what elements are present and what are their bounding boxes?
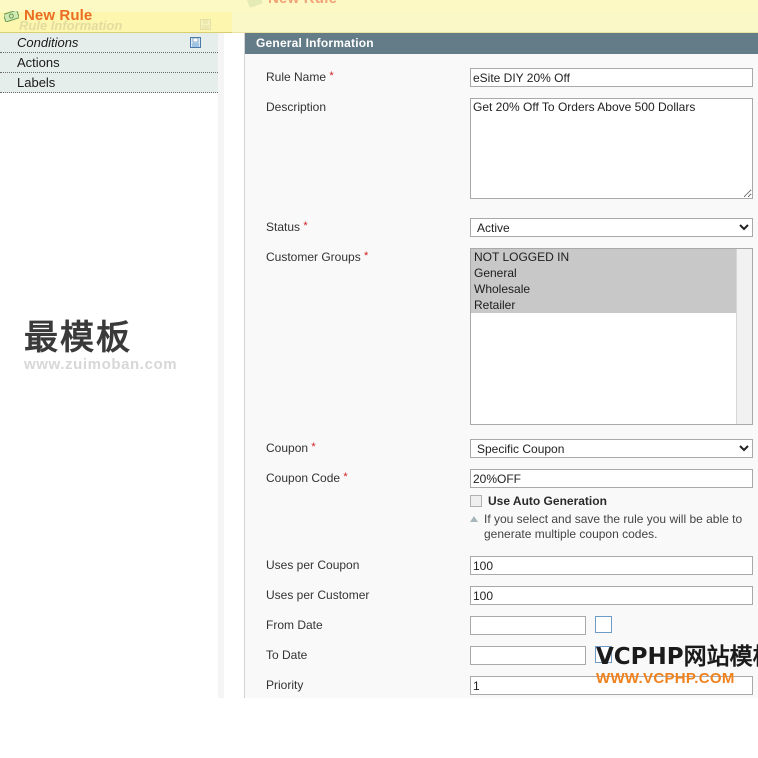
field-row-status: Status * Active — [245, 218, 758, 237]
from-date-label: From Date — [266, 618, 323, 632]
status-field-wrap: Active — [470, 218, 758, 237]
customer-groups-field-wrap: NOT LOGGED IN General Wholesale Retailer — [470, 248, 758, 425]
required-marker: * — [364, 250, 369, 262]
status-select[interactable]: Active — [470, 218, 753, 237]
status-label: Status * — [266, 220, 308, 234]
description-textarea[interactable]: Get 20% Off To Orders Above 500 Dollars — [470, 98, 753, 199]
uses-per-coupon-label: Uses per Coupon — [266, 558, 359, 572]
ghost-page-title: New Rule — [268, 0, 337, 7]
auto-generation-checkbox[interactable] — [470, 495, 482, 507]
field-row-coupon: Coupon * Specific Coupon — [245, 439, 758, 458]
field-row-uses-per-customer: Uses per Customer — [245, 586, 758, 605]
rule-tabs-sidebar: Conditions Actions Labels — [0, 33, 219, 758]
required-marker: * — [311, 441, 316, 453]
status-label-text: Status — [266, 220, 301, 234]
coupon-code-field-wrap — [470, 469, 758, 488]
description-label-text: Description — [266, 100, 327, 114]
sidebar-item-actions[interactable]: Actions — [0, 53, 218, 73]
from-date-label-text: From Date — [266, 618, 323, 632]
customer-groups-multiselect[interactable]: NOT LOGGED IN General Wholesale Retailer — [470, 248, 753, 425]
customer-groups-scrollbar[interactable] — [736, 249, 752, 424]
page-title-area: New Rule Rule Information — [0, 4, 232, 33]
priority-label-text: Priority — [266, 678, 304, 692]
section-header: General Information — [245, 33, 758, 54]
field-row-rule-name: Rule Name * — [245, 68, 758, 87]
auto-generation-checkbox-line[interactable]: Use Auto Generation — [470, 494, 758, 508]
auto-generation-note-text: If you select and save the rule you will… — [484, 512, 743, 541]
sidebar-item-label: Conditions — [17, 35, 79, 50]
sidebar-item-label: Labels — [17, 75, 56, 90]
coupon-select[interactable]: Specific Coupon — [470, 439, 753, 458]
form-body: Rule Name * Description Get 20% Off To O… — [245, 54, 758, 698]
field-row-from-date: From Date — [245, 616, 758, 635]
field-row-customer-groups: Customer Groups * NOT LOGGED IN General … — [245, 248, 758, 425]
rule-name-field-wrap — [470, 68, 758, 87]
auto-generation-label: Use Auto Generation — [488, 494, 607, 508]
sidebar-item-conditions[interactable]: Conditions — [0, 33, 218, 53]
description-label: Description — [266, 100, 326, 114]
sidebar-gutter — [218, 33, 224, 698]
required-marker: * — [303, 220, 308, 232]
customer-groups-option[interactable]: NOT LOGGED IN — [471, 249, 736, 265]
field-row-priority: Priority — [245, 676, 758, 695]
required-marker: * — [343, 471, 348, 483]
customer-groups-option[interactable]: General — [471, 265, 736, 281]
field-row-to-date: To Date — [245, 646, 758, 665]
coupon-label: Coupon * — [266, 441, 316, 455]
save-icon[interactable] — [190, 37, 201, 48]
general-information-panel: General Information Rule Name * Descript… — [244, 33, 758, 698]
uses-per-coupon-label-text: Uses per Coupon — [266, 558, 360, 572]
coupon-code-label: Coupon Code * — [266, 471, 348, 485]
to-date-field-wrap — [470, 646, 758, 665]
coupon-label-text: Coupon — [266, 441, 309, 455]
auto-generation-note: If you select and save the rule you will… — [470, 512, 758, 542]
to-date-label: To Date — [266, 648, 307, 662]
priority-label: Priority — [266, 678, 303, 692]
auto-generation-row: Use Auto Generation If you select and sa… — [470, 494, 758, 542]
rule-name-label-text: Rule Name — [266, 70, 327, 84]
rule-name-label: Rule Name * — [266, 70, 334, 84]
coupon-icon — [4, 11, 19, 22]
customer-groups-option-list: NOT LOGGED IN General Wholesale Retailer — [471, 249, 736, 313]
customer-groups-option[interactable]: Retailer — [471, 297, 736, 313]
customer-groups-label-text: Customer Groups — [266, 250, 361, 264]
coupon-code-label-text: Coupon Code — [266, 471, 341, 485]
sidebar-item-labels[interactable]: Labels — [0, 73, 218, 93]
page-header-band-right — [232, 12, 758, 33]
required-marker: * — [329, 70, 334, 82]
field-row-description: Description Get 20% Off To Orders Above … — [245, 98, 758, 202]
from-date-input[interactable] — [470, 616, 586, 635]
ghost-section-subtitle: Rule Information — [19, 18, 123, 33]
uses-per-customer-field-wrap — [470, 586, 758, 605]
rule-name-input[interactable] — [470, 68, 753, 87]
uses-per-coupon-field-wrap — [470, 556, 758, 575]
priority-field-wrap — [470, 676, 758, 695]
customer-groups-label: Customer Groups * — [266, 250, 368, 264]
coupon-field-wrap: Specific Coupon — [470, 439, 758, 458]
coupon-code-input[interactable] — [470, 469, 753, 488]
description-field-wrap: Get 20% Off To Orders Above 500 Dollars — [470, 98, 758, 202]
field-row-coupon-code: Coupon Code * — [245, 469, 758, 488]
note-triangle-icon — [470, 516, 478, 522]
sidebar-item-label: Actions — [17, 55, 60, 70]
to-date-input[interactable] — [470, 646, 586, 665]
calendar-icon[interactable] — [595, 646, 613, 663]
coupon-icon-ghost — [245, 0, 263, 8]
uses-per-customer-label-text: Uses per Customer — [266, 588, 370, 602]
calendar-icon[interactable] — [595, 616, 613, 633]
uses-per-customer-input[interactable] — [470, 586, 753, 605]
to-date-label-text: To Date — [266, 648, 308, 662]
field-row-uses-per-coupon: Uses per Coupon — [245, 556, 758, 575]
sidebar-empty-area — [0, 93, 218, 758]
save-icon-ghost — [200, 19, 211, 30]
uses-per-coupon-input[interactable] — [470, 556, 753, 575]
uses-per-customer-label: Uses per Customer — [266, 588, 369, 602]
from-date-field-wrap — [470, 616, 758, 635]
customer-groups-option[interactable]: Wholesale — [471, 281, 736, 297]
priority-input[interactable] — [470, 676, 753, 695]
